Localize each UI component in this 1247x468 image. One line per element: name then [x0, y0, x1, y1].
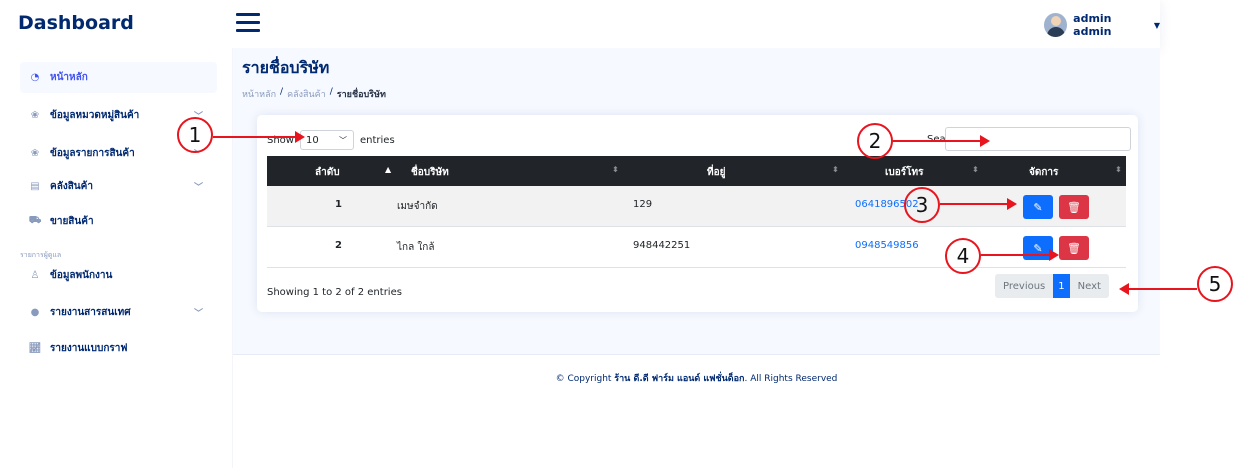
sidebar-item-label: หน้าหลัก: [50, 72, 88, 83]
column-header-no[interactable]: ลำดับ: [315, 165, 340, 180]
trash-icon: 🗑︎: [1067, 200, 1081, 214]
sidebar-item-label: คลังสินค้า: [50, 181, 93, 192]
user-name: admin admin: [1073, 12, 1112, 38]
table-header-row: ลำดับ ▲ ชื่อบริษัท ⬍ ที่อยู่ ⬍ เบอร์โทร …: [267, 156, 1126, 186]
annotation-arrow-4: [981, 249, 1059, 261]
table-row: 1 เมษจำกัด 129 0641896502 ✎ 🗑︎: [267, 186, 1126, 227]
copyright-prefix: © Copyright: [555, 374, 615, 384]
trash-icon: 🗑︎: [1067, 241, 1081, 255]
column-header-actions[interactable]: จัดการ: [1029, 165, 1058, 180]
info-icon: ●: [30, 307, 40, 318]
page-title: รายชื่อบริษัท: [242, 58, 330, 77]
brand-logo[interactable]: Dashboard: [18, 12, 134, 34]
annotation-5: 5: [1197, 266, 1233, 302]
annotation-arrow-1: [213, 131, 305, 143]
annotation-arrow-2: [893, 135, 990, 147]
search-input[interactable]: [944, 127, 1131, 151]
cell-company: เมษจำกัด: [397, 201, 438, 212]
sort-icon: ⬍: [972, 165, 979, 174]
sidebar-item-label: ข้อมูลหมวดหมู่สินค้า: [50, 110, 140, 121]
copyright-suffix: . All Rights Reserved: [744, 374, 838, 384]
cell-phone[interactable]: 0948549856: [855, 240, 919, 251]
person-icon: ♙: [30, 270, 40, 281]
sidebar-item-inventory[interactable]: ▤ คลังสินค้า ﹀: [20, 171, 217, 202]
cart-icon: ⛟: [28, 215, 42, 226]
search-control: Search:: [927, 127, 1131, 151]
delete-button[interactable]: 🗑︎: [1059, 236, 1089, 260]
cell-no: 1: [335, 199, 342, 210]
sidebar-item-label: รายงานสารสนเทศ: [50, 307, 131, 318]
sort-icon: ⬍: [1115, 165, 1122, 174]
sidebar-item-label: รายงานแบบกราฟ: [50, 343, 128, 354]
graph-icon: 📈︎: [28, 343, 42, 354]
sort-up-icon: ▲: [385, 165, 392, 174]
next-page-button[interactable]: Next: [1069, 274, 1109, 298]
sidebar-item-info-report[interactable]: ● รายงานสารสนเทศ ﹀: [20, 297, 217, 328]
sidebar-item-label: ขายสินค้า: [50, 216, 94, 227]
table-row: 2 ไกล ใกล้ 948442251 0948549856 ✎ 🗑︎: [267, 227, 1126, 268]
annotation-3: 3: [904, 187, 940, 223]
footer-divider: [233, 354, 1160, 355]
entries-value: 10: [305, 134, 319, 146]
annotation-4: 4: [945, 238, 981, 274]
sidebar-item-employees[interactable]: ♙ ข้อมูลพนักงาน: [20, 260, 217, 291]
edit-icon: ✎: [1033, 200, 1043, 214]
speedometer-icon: ◔: [30, 72, 40, 83]
breadcrumb-current: รายชื่อบริษัท: [336, 90, 386, 100]
entries-select[interactable]: 10 ﹀: [299, 130, 354, 150]
footer-copyright: © Copyright ร้าน ดี.ดี ฟาร์ม แอนด์ แฟชั่…: [233, 371, 1160, 385]
shop-name: ร้าน ดี.ดี ฟาร์ม แอนด์ แฟชั่นด็อก: [614, 374, 745, 384]
annotation-arrow-3: [940, 198, 1017, 210]
table-info: Showing 1 to 2 of 2 entries: [267, 287, 402, 298]
breadcrumb-inventory[interactable]: คลังสินค้า: [287, 87, 326, 101]
sidebar: ◔ หน้าหลัก ❀ ข้อมูลหมวดหมู่สินค้า ﹀ ❀ ข้…: [0, 48, 232, 468]
cell-company: ไกล ใกล้: [397, 242, 435, 253]
column-header-phone[interactable]: เบอร์โทร: [885, 165, 923, 180]
annotation-arrow-5: [1119, 283, 1197, 295]
user-menu[interactable]: admin admin ▼: [1044, 12, 1160, 38]
sidebar-item-sales[interactable]: ⛟ ขายสินค้า: [20, 206, 217, 237]
hamburger-menu-icon[interactable]: [236, 13, 260, 33]
sidebar-item-label: ข้อมูลพนักงาน: [50, 270, 113, 281]
annotation-2: 2: [857, 123, 893, 159]
top-header: Dashboard admin admin ▼: [0, 0, 1160, 48]
breadcrumb-home[interactable]: หน้าหลัก: [242, 87, 276, 101]
annotation-1: 1: [177, 117, 213, 153]
paw-icon: ❀: [30, 148, 40, 159]
archive-icon: ▤: [30, 181, 40, 192]
column-header-address[interactable]: ที่อยู่: [707, 165, 725, 180]
edit-button[interactable]: ✎: [1023, 195, 1053, 219]
breadcrumb-separator: /: [280, 87, 284, 97]
sidebar-item-home[interactable]: ◔ หน้าหลัก: [20, 62, 217, 93]
pagination: Previous 1 Next: [995, 274, 1109, 298]
sidebar-item-label: ข้อมูลรายการสินค้า: [50, 148, 135, 159]
breadcrumb: หน้าหลัก / คลังสินค้า / รายชื่อบริษัท: [242, 87, 386, 101]
edit-icon: ✎: [1033, 241, 1043, 255]
sort-icon: ⬍: [832, 165, 839, 174]
paw-icon: ❀: [30, 110, 40, 121]
breadcrumb-separator: /: [329, 87, 333, 97]
delete-button[interactable]: 🗑︎: [1059, 195, 1089, 219]
entries-length-control: Show 10 ﹀ entries: [267, 130, 395, 150]
caret-down-icon: ▼: [1153, 20, 1160, 30]
company-table: ลำดับ ▲ ชื่อบริษัท ⬍ ที่อยู่ ⬍ เบอร์โทร …: [267, 156, 1126, 268]
entries-label: entries: [359, 134, 395, 146]
previous-page-button[interactable]: Previous: [995, 274, 1054, 298]
page-1-button[interactable]: 1: [1053, 274, 1070, 298]
cell-address: 948442251: [633, 240, 691, 251]
cell-address: 129: [633, 199, 653, 210]
chevron-down-icon: ﹀: [193, 183, 203, 193]
sidebar-item-graph-report[interactable]: 📈︎ รายงานแบบกราฟ: [20, 333, 217, 364]
column-header-company[interactable]: ชื่อบริษัท: [411, 165, 449, 180]
avatar: [1044, 13, 1068, 37]
chevron-down-icon: ﹀: [338, 136, 347, 145]
chevron-down-icon: ﹀: [193, 309, 203, 319]
cell-no: 2: [335, 240, 342, 251]
sort-icon: ⬍: [612, 165, 619, 174]
